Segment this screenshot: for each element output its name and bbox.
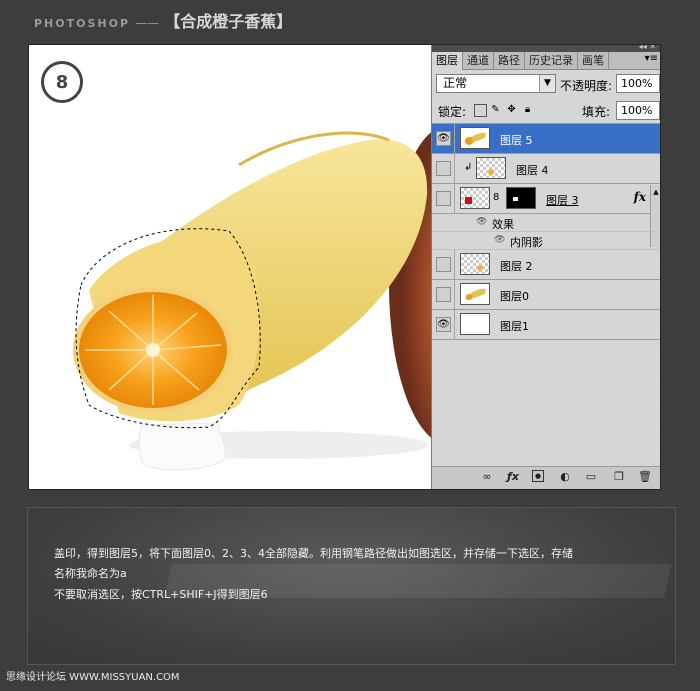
fill-label: 填充: [582,105,611,119]
layer-thumbnail [460,313,490,335]
lock-row: 锁定: ✎ ✥ 🔒︎ 填充: 100% [432,97,660,124]
layer-thumbnail [460,253,490,275]
layer-thumbnail [460,187,490,209]
adjustment-layer-icon[interactable]: ◐ [558,470,572,484]
divider [454,280,455,309]
instruction-line-1: 盖印，得到图层5，将下面图层0、2、3、4全部隐藏。利用钢笔路径做出如图选区，并… [54,547,573,560]
document-canvas[interactable]: 8 [29,45,431,489]
panel-titlebar[interactable]: ◂◂ ✕ [432,45,660,52]
new-layer-icon[interactable]: ❐ [612,470,626,484]
layer-row-4[interactable]: ↲ 图层 4 [432,154,660,184]
layer-name[interactable]: 图层0 [500,288,529,304]
step-number-badge: 8 [41,61,83,103]
layer-name[interactable]: 图层 4 [516,162,549,178]
visibility-toggle[interactable] [436,287,451,302]
eye-icon[interactable]: 👁︎ [494,235,505,245]
collapse-icon[interactable]: ◂◂ ✕ [639,45,656,51]
visibility-toggle[interactable] [436,161,451,176]
blend-row: 正常 ▼ 不透明度: 100% ▸ [432,70,660,97]
layer-name[interactable]: 图层1 [500,318,529,334]
footer-credit: 思缘设计论坛 WWW.MISSYUAN.COM [6,672,180,683]
lock-label: 锁定: [438,105,467,119]
eye-icon[interactable]: 👁︎ [476,217,487,227]
tab-channels[interactable]: 通道 [463,52,494,69]
layer-thumbnail [460,283,490,305]
blend-mode-select[interactable]: 正常 ▼ [436,74,556,93]
header-separator: —— [135,16,160,30]
layer-name[interactable]: 图层 5 [500,132,533,148]
lock-all-icon[interactable]: 🔒︎ [522,104,533,115]
visibility-toggle[interactable] [436,257,451,272]
visibility-toggle[interactable] [436,191,451,206]
visibility-eye-icon[interactable]: 👁︎ [436,131,451,146]
layer-row-0[interactable]: 图层0 [432,280,660,310]
screenshot-frame: 8 ◂◂ ✕ 图层 通道 路径 历史记录 画笔 ▾≡ 正常 ▼ 不透明度: 10… [28,44,661,490]
divider [454,310,455,339]
new-group-icon[interactable]: ▭ [584,470,598,484]
clipping-arrow-icon: ↲ [464,162,473,173]
brand-label: PHOTOSHOP [34,17,131,30]
layer-row-3[interactable]: 8 图层 3 fx ▲ [432,184,660,247]
lock-move-icon[interactable]: ✥ [506,104,517,115]
divider [454,154,455,183]
layer-thumbnail [476,157,506,179]
opacity-label: 不透明度: [560,79,613,93]
link-layers-icon[interactable]: ∞ [480,470,494,484]
layer-list: 👁︎ 图层 5 ↲ 图层 4 8 图层 3 fx ▲ 👁︎ 效果 👁︎ 内阴影 … [432,124,660,340]
chevron-down-icon[interactable]: ▼ [539,75,555,92]
add-style-icon[interactable]: ƒx [506,470,520,484]
tab-history[interactable]: 历史记录 [525,52,578,69]
tab-layers[interactable]: 图层 [432,52,463,70]
banana-orange-artwork [73,131,431,471]
layer-effects-icon[interactable]: fx [634,190,646,204]
tab-brushes[interactable]: 画笔 [578,52,609,69]
layer-row-5[interactable]: 👁︎ 图层 5 [432,124,660,154]
instruction-line-2: 名称我命名为a [54,567,127,580]
fill-input[interactable]: 100% [616,101,660,120]
tab-paths[interactable]: 路径 [494,52,525,69]
instruction-line-3: 不要取消选区，按CTRL+SHIF+J得到图层6 [54,588,268,601]
inner-shadow-row[interactable]: 👁︎ 内阴影 [432,232,660,250]
lock-paint-icon[interactable]: ✎ [490,104,501,115]
layer-row-2[interactable]: 图层 2 [432,250,660,280]
layer-name[interactable]: 图层 3 [546,192,579,208]
divider [454,184,455,213]
layers-bottom-toolbar: ∞ ƒx ● ◐ ▭ ❐ 🗑︎ [432,466,660,489]
blend-mode-value: 正常 [443,76,468,90]
opacity-input[interactable]: 100% [616,74,660,93]
link-chain-icon[interactable]: 8 [493,192,499,203]
effects-row[interactable]: 👁︎ 效果 [432,214,660,232]
instruction-box: 盖印，得到图层5，将下面图层0、2、3、4全部隐藏。利用钢笔路径做出如图选区，并… [27,507,676,665]
panel-menu-icon[interactable]: ▾≡ [645,53,658,64]
visibility-eye-icon[interactable]: 👁︎ [436,317,451,332]
layer-name[interactable]: 图层 2 [500,258,533,274]
divider [454,124,455,153]
layer-row-1[interactable]: 👁︎ 图层1 [432,310,660,340]
divider [454,250,455,279]
page-title: 【合成橙子香蕉】 [164,12,293,31]
page-header: PHOTOSHOP —— 【合成橙子香蕉】 [34,8,292,32]
effects-label: 效果 [492,218,514,231]
trash-icon[interactable]: 🗑︎ [638,470,652,484]
inner-shadow-label: 内阴影 [510,236,543,249]
panel-tabs: 图层 通道 路径 历史记录 画笔 ▾≡ [432,52,660,70]
layer-thumbnail [460,127,490,149]
lock-transparency-icon[interactable] [474,104,487,117]
layer-mask-thumbnail[interactable] [506,187,536,209]
layers-panel: ◂◂ ✕ 图层 通道 路径 历史记录 画笔 ▾≡ 正常 ▼ 不透明度: 100%… [431,45,660,489]
add-mask-icon[interactable]: ● [532,470,544,482]
